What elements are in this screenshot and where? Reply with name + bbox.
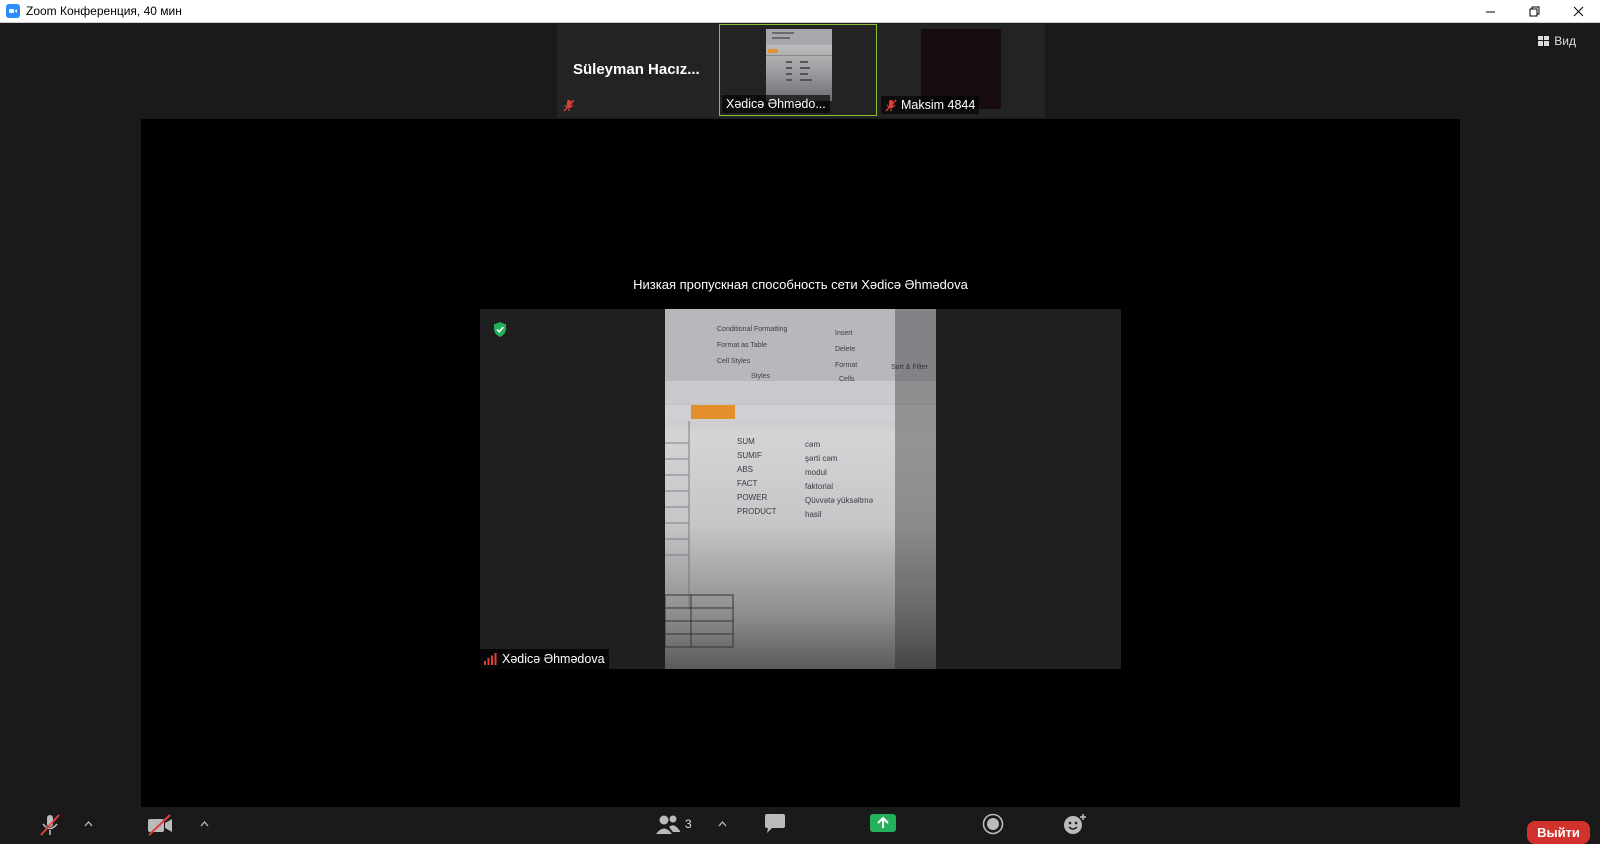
- speaker-name: Xədicə Əhmədova: [502, 652, 605, 666]
- participants-button[interactable]: 3: [655, 813, 692, 835]
- speaker-label: Xədicə Əhmədova: [480, 649, 609, 669]
- participant-label: Maksim 4844: [881, 96, 980, 114]
- chevron-up-icon: [200, 821, 209, 827]
- active-speaker-video[interactable]: Conditional Formatting Format as Table C…: [480, 309, 1121, 669]
- chevron-up-icon: [718, 821, 727, 827]
- ribbon-label: Delete: [835, 346, 855, 353]
- shared-content-photo: Conditional Formatting Format as Table C…: [665, 309, 936, 669]
- mute-button[interactable]: [38, 813, 62, 837]
- shield-check-icon: [494, 322, 506, 337]
- ribbon-label: Format: [835, 362, 857, 369]
- sheet-cell: faktorial: [805, 482, 833, 491]
- restore-icon[interactable]: [1512, 0, 1556, 22]
- ribbon-label: Conditional Formatting: [717, 326, 788, 333]
- video-button[interactable]: [146, 813, 174, 837]
- signal-bars-icon: [484, 653, 497, 665]
- participant-name: Süleyman Hacız...: [573, 61, 700, 78]
- participant-strip: Süleyman Hacız... Xədicə Əhmədo... Maksi…: [557, 24, 1045, 118]
- sheet-cell: şərti cəm: [805, 454, 838, 463]
- sheet-cell: cəm: [805, 440, 820, 449]
- ribbon-label: Format as Table: [717, 342, 767, 349]
- main-stage: Низкая пропускная способность сети Xədic…: [141, 119, 1460, 807]
- ribbon-label: Styles: [751, 373, 771, 380]
- bandwidth-warning: Низкая пропускная способность сети Xədic…: [633, 277, 968, 292]
- close-icon[interactable]: [1556, 0, 1600, 22]
- participants-icon: [656, 815, 680, 834]
- ribbon-label: Cell Styles: [717, 358, 751, 365]
- participant-video: [766, 29, 832, 101]
- participants-count: 3: [685, 817, 692, 831]
- mic-muted-icon: [40, 814, 60, 836]
- participant-name: Maksim 4844: [901, 98, 976, 112]
- meeting-toolbar: 3 Выйти: [0, 807, 1600, 844]
- leave-meeting-button[interactable]: Выйти: [1527, 821, 1590, 844]
- participants-options-caret[interactable]: [718, 821, 727, 827]
- chat-button[interactable]: [763, 813, 787, 835]
- minimize-icon[interactable]: [1468, 0, 1512, 22]
- ribbon-label: Cells: [839, 376, 855, 383]
- share-screen-button[interactable]: [870, 813, 896, 833]
- participant-tile-maksim[interactable]: Maksim 4844: [879, 24, 1037, 116]
- reactions-button[interactable]: [1063, 813, 1087, 835]
- grid-icon: [1538, 35, 1550, 46]
- chat-icon: [765, 814, 785, 833]
- sheet-cell: FACT: [737, 479, 758, 488]
- window-title-bar: Zoom Конференция, 40 мин: [0, 0, 1600, 23]
- ribbon-label: Insert: [835, 330, 853, 337]
- video-off-icon: [148, 814, 172, 836]
- chevron-up-icon: [84, 821, 93, 827]
- window-title: Zoom Конференция, 40 мин: [26, 4, 182, 18]
- reactions-icon: [1064, 814, 1086, 834]
- sheet-cell: SUM: [737, 437, 755, 446]
- participant-name: Xədicə Əhmədo...: [726, 97, 826, 111]
- participant-tile-xedice[interactable]: Xədicə Əhmədo...: [719, 24, 877, 116]
- share-screen-icon: [870, 814, 896, 832]
- participant-tile-suleyman[interactable]: Süleyman Hacız...: [557, 24, 715, 116]
- sheet-cell: PRODUCT: [737, 507, 777, 516]
- zoom-icon: [6, 4, 20, 18]
- video-options-caret[interactable]: [200, 821, 209, 827]
- view-button[interactable]: Вид: [1538, 34, 1576, 48]
- sheet-cell: POWER: [737, 493, 767, 502]
- sheet-cell: modul: [805, 468, 827, 477]
- sheet-cell: hasil: [805, 510, 822, 519]
- mic-muted-icon: [563, 99, 575, 111]
- participant-label: Xədicə Əhmədo...: [722, 95, 830, 113]
- record-icon: [982, 813, 1004, 835]
- view-button-label: Вид: [1554, 34, 1576, 48]
- sheet-cell: Qüvvətə yüksəltmə: [805, 496, 874, 505]
- record-button[interactable]: [982, 813, 1004, 835]
- audio-options-caret[interactable]: [84, 821, 93, 827]
- participant-label: [559, 96, 579, 114]
- sheet-cell: ABS: [737, 465, 753, 474]
- sheet-cell: SUMIF: [737, 451, 762, 460]
- mic-muted-icon: [885, 99, 897, 111]
